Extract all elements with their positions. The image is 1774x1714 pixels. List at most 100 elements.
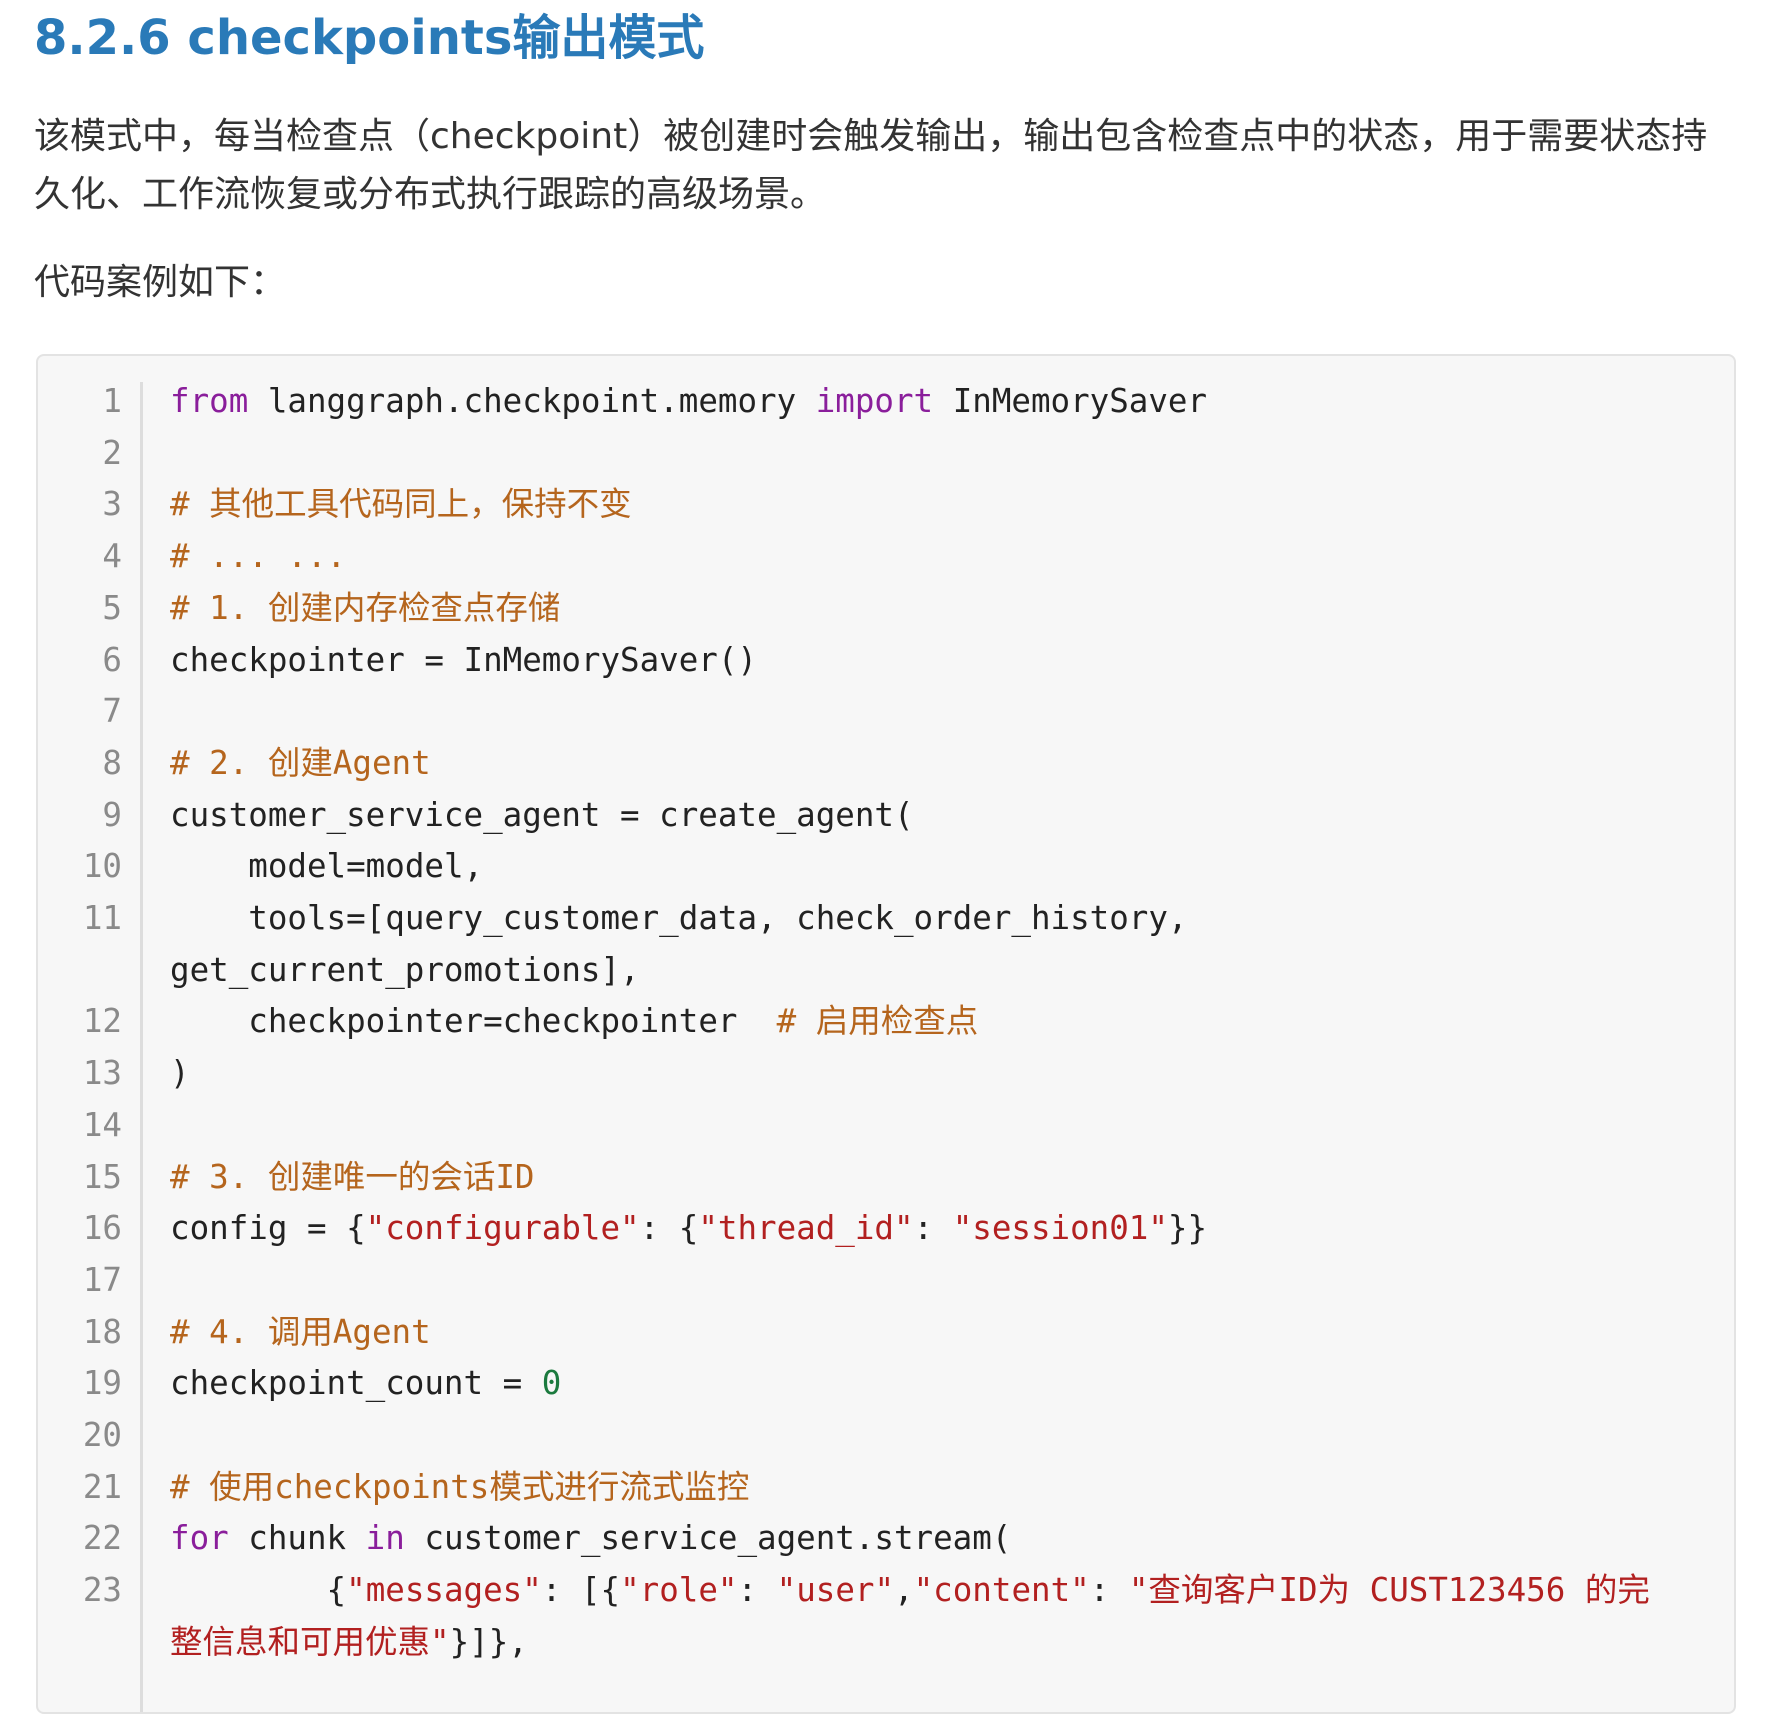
code-token: checkpoint_count =	[170, 1364, 542, 1403]
code-line: 1 from langgraph.checkpoint.memory import…	[38, 376, 1734, 428]
line-number: 3	[102, 485, 122, 524]
code-comment: # 4. 调用Agent	[170, 1312, 431, 1351]
code-line: 19 checkpoint_count = 0	[38, 1358, 1734, 1410]
code-token: {	[170, 1571, 347, 1610]
line-number: 21	[82, 1467, 122, 1506]
code-keyword: in	[365, 1519, 405, 1558]
code-token: ,	[894, 1571, 914, 1610]
code-line: 8 # 2. 创建Agent	[38, 738, 1734, 790]
document-page: 8.2.6 checkpoints输出模式 该模式中，每当检查点（checkpo…	[0, 0, 1774, 1714]
line-number: 5	[102, 588, 122, 627]
code-comment: # 使用checkpoints模式进行流式监控	[170, 1467, 750, 1506]
code-text: from langgraph.checkpoint.memory import …	[170, 376, 1670, 428]
code-line: 18 # 4. 调用Agent	[38, 1307, 1734, 1359]
line-number: 1	[102, 382, 122, 420]
code-text: model=model,	[170, 841, 1670, 893]
code-number: 0	[541, 1364, 562, 1403]
code-string: "session01"	[952, 1209, 1168, 1248]
line-number: 6	[102, 640, 122, 679]
code-line: 3 # 其他工具代码同上，保持不变	[38, 479, 1734, 531]
line-number: 13	[82, 1054, 122, 1093]
code-line: 15 # 3. 创建唯一的会话ID	[38, 1152, 1734, 1204]
code-text: checkpointer=checkpointer # 启用检查点	[170, 996, 1670, 1048]
line-number: 8	[102, 743, 122, 782]
code-comment: # ... ...	[170, 537, 347, 576]
code-token: : [{	[541, 1571, 621, 1610]
code-lines: 1 from langgraph.checkpoint.memory import…	[38, 376, 1734, 1669]
code-text: # 3. 创建唯一的会话ID	[170, 1152, 1670, 1204]
code-token: chunk	[228, 1519, 366, 1558]
code-token: customer_service_agent.stream(	[404, 1519, 1012, 1558]
code-line: 16 config = {"configurable": {"thread_id"…	[38, 1203, 1734, 1255]
code-token: model=model,	[170, 847, 484, 886]
code-line: 6 checkpointer = InMemorySaver()	[38, 635, 1734, 687]
code-token: :	[913, 1209, 953, 1248]
line-number: 4	[102, 537, 122, 576]
code-keyword: import	[815, 382, 934, 420]
code-token: langgraph.checkpoint.memory	[248, 382, 816, 420]
code-text: tools=[query_customer_data, check_order_…	[170, 893, 1670, 996]
code-keyword: from	[170, 382, 249, 420]
section-heading: 8.2.6 checkpoints输出模式	[34, 10, 705, 66]
line-number: 9	[102, 795, 122, 834]
code-string: "user"	[776, 1571, 895, 1610]
line-number: 19	[82, 1364, 122, 1403]
code-token: }]},	[449, 1622, 528, 1661]
line-number: 22	[82, 1519, 122, 1558]
code-line: 4 # ... ...	[38, 531, 1734, 583]
code-line: 17	[38, 1255, 1734, 1307]
code-comment: # 启用检查点	[776, 1002, 979, 1041]
code-line: 13)	[38, 1048, 1734, 1100]
code-token: }}	[1167, 1209, 1208, 1248]
code-line: 14	[38, 1100, 1734, 1152]
line-number: 23	[82, 1571, 122, 1610]
code-comment: # 其他工具代码同上，保持不变	[170, 485, 632, 524]
code-token: : {	[639, 1209, 699, 1248]
code-token: checkpointer = InMemorySaver()	[170, 640, 757, 679]
code-text: checkpointer = InMemorySaver()	[170, 635, 1670, 687]
code-text: config = {"configurable": {"thread_id": …	[170, 1203, 1670, 1255]
code-comment: # 1. 创建内存检查点存储	[170, 588, 561, 627]
code-block[interactable]: 1 from langgraph.checkpoint.memory import…	[36, 354, 1736, 1714]
code-comment: # 2. 创建Agent	[170, 743, 431, 782]
code-text: customer_service_agent = create_agent(	[170, 790, 1670, 842]
code-line: 2	[38, 428, 1734, 480]
code-text: # ... ...	[170, 531, 1670, 583]
code-token: tools=[query_customer_data, check_order_…	[170, 899, 1208, 989]
code-text: )	[170, 1048, 1670, 1100]
code-text: # 2. 创建Agent	[170, 738, 1670, 790]
code-line: 9 customer_service_agent = create_agent(	[38, 790, 1734, 842]
line-number: 10	[82, 847, 122, 886]
code-text: # 使用checkpoints模式进行流式监控	[170, 1462, 1670, 1514]
code-token: :	[1089, 1571, 1129, 1610]
line-number: 15	[82, 1157, 122, 1196]
intro-paragraph: 该模式中，每当检查点（checkpoint）被创建时会触发输出，输出包含检查点中…	[34, 116, 1708, 215]
code-string: "role"	[620, 1571, 738, 1610]
code-token: :	[737, 1571, 777, 1610]
code-line: 7	[38, 686, 1734, 738]
line-number: 2	[102, 433, 122, 472]
code-keyword: for	[170, 1519, 229, 1558]
line-number: 17	[82, 1260, 122, 1299]
code-text: {"messages": [{"role": "user","content":…	[170, 1565, 1670, 1668]
line-number: 16	[82, 1209, 122, 1248]
line-number: 20	[82, 1416, 122, 1455]
line-number: 14	[82, 1105, 122, 1144]
code-string: "content"	[913, 1571, 1090, 1610]
line-number: 18	[82, 1312, 122, 1351]
code-string: "thread_id"	[698, 1209, 914, 1248]
code-string: "configurable"	[365, 1209, 640, 1248]
code-line: 21 # 使用checkpoints模式进行流式监控	[38, 1462, 1734, 1514]
code-line: 10 model=model,	[38, 841, 1734, 893]
code-line: 23 {"messages": [{"role": "user","conten…	[38, 1565, 1734, 1668]
code-line: 5 # 1. 创建内存检查点存储	[38, 583, 1734, 635]
code-line: 12 checkpointer=checkpointer # 启用检查点	[38, 996, 1734, 1048]
line-number: 12	[82, 1002, 122, 1041]
code-text: # 4. 调用Agent	[170, 1307, 1670, 1359]
code-token: )	[170, 1054, 190, 1093]
code-token: customer_service_agent = create_agent(	[170, 795, 914, 834]
